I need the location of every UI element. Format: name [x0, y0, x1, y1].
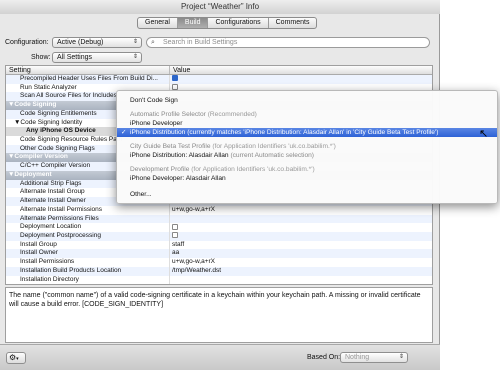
- table-row[interactable]: Precompiled Header Uses Files From Build…: [6, 75, 432, 84]
- tab-comments[interactable]: Comments: [269, 18, 317, 28]
- menu-item-label: iPhone Distribution: [130, 129, 186, 136]
- setting-name: Alternate Install Permissions: [6, 205, 170, 215]
- menu-item-label: City Guide Beta Test Profile: [130, 143, 211, 150]
- select-arrows-icon: ⇕: [132, 54, 138, 60]
- window-title: Project “Weather” Info: [0, 0, 440, 14]
- menu-item-detail: (Recommended): [205, 111, 257, 118]
- bottom-bar: ⚙▾ Based On: Nothing ⇕: [0, 344, 440, 370]
- checkbox[interactable]: [172, 223, 178, 230]
- menu-item[interactable]: iPhone Distribution: Alasdair Allan (cur…: [117, 151, 497, 160]
- gear-icon[interactable]: ⚙▾: [6, 352, 26, 364]
- setting-name: Install Owner: [6, 249, 170, 259]
- table-row[interactable]: Alternate Install Permissions u+w,go-w,a+…: [6, 205, 432, 215]
- menu-item[interactable]: Don't Code Sign: [117, 96, 497, 105]
- setting-name: Installation Build Products Location: [6, 266, 170, 276]
- setting-name: Alternate Permissions Files: [6, 214, 170, 224]
- menu-section-header: City Guide Beta Test Profile (for Applic…: [117, 142, 497, 151]
- based-on-select[interactable]: Nothing ⇕: [340, 352, 408, 363]
- menu-item[interactable]: iPhone Developer: [117, 119, 497, 128]
- configuration-label: Configuration:: [5, 39, 49, 46]
- setting-value[interactable]: [170, 215, 432, 224]
- setting-value[interactable]: aa: [170, 249, 432, 258]
- menu-item-label: Development Profile: [130, 166, 190, 173]
- table-row[interactable]: Install Owner aa: [6, 249, 432, 259]
- show-value: All Settings: [57, 54, 93, 61]
- menu-item-label: Other...: [130, 191, 152, 198]
- table-row[interactable]: Deployment Location: [6, 223, 432, 232]
- menu-item[interactable]: iPhone Developer: Alasdair Allan: [117, 174, 497, 183]
- menu-item[interactable]: ✓ iPhone Distribution (currently matches …: [117, 128, 497, 137]
- setting-value[interactable]: [170, 284, 432, 285]
- setting-description: The name ("common name") of a valid code…: [5, 287, 433, 343]
- column-header-value[interactable]: Value: [170, 66, 432, 74]
- setting-value[interactable]: [170, 276, 432, 284]
- configuration-select[interactable]: Active (Debug) ⇕: [52, 37, 142, 48]
- tab-configurations[interactable]: Configurations: [208, 18, 269, 28]
- setting-value[interactable]: /tmp/Weather.dst: [170, 267, 432, 276]
- table-header: Setting Value: [6, 66, 432, 75]
- menu-item-detail: (for Application Identifiers 'uk.co.babi…: [189, 166, 315, 173]
- show-label: Show:: [31, 54, 51, 61]
- setting-value[interactable]: u+w,go-w,a+rX: [170, 206, 432, 215]
- select-arrows-icon: ⇕: [398, 354, 404, 360]
- menu-item-label: iPhone Developer: Alasdair Allan: [130, 175, 226, 182]
- menu-item-detail: (current Automatic selection): [228, 152, 314, 159]
- mouse-pointer-icon: ↖: [479, 128, 489, 140]
- based-on-value: Nothing: [345, 354, 370, 361]
- table-row[interactable]: Install Permissions u+w,go-w,a+rX: [6, 258, 432, 267]
- search-field[interactable]: ⌕ Search in Build Settings: [146, 37, 430, 48]
- select-arrows-icon: ⇕: [132, 39, 138, 45]
- menu-item-label: iPhone Distribution: Alasdair Allan: [130, 152, 229, 159]
- table-row[interactable]: ...: [6, 284, 432, 285]
- based-on-label: Based On:: [307, 354, 341, 361]
- setting-value[interactable]: [170, 75, 432, 84]
- setting-name: Install Group: [6, 240, 170, 250]
- setting-value[interactable]: [170, 232, 432, 241]
- column-header-setting[interactable]: Setting: [6, 66, 170, 74]
- setting-name: Installation Directory: [6, 275, 170, 284]
- setting-name: Install Permissions: [6, 258, 170, 267]
- configuration-value: Active (Debug): [57, 39, 104, 46]
- setting-value[interactable]: staff: [170, 241, 432, 250]
- search-placeholder: Search in Build Settings: [163, 39, 238, 46]
- table-row[interactable]: Alternate Permissions Files: [6, 214, 432, 224]
- menu-item-label: iPhone Developer: [130, 120, 183, 127]
- menu-item-label: Don't Code Sign: [130, 97, 178, 104]
- checkbox[interactable]: [172, 232, 178, 239]
- setting-value[interactable]: [170, 223, 432, 232]
- menu-section-header: Development Profile (for Application Ide…: [117, 165, 497, 174]
- table-row[interactable]: Installation Directory: [6, 275, 432, 284]
- menu-item-label: Automatic Profile Selector: [130, 111, 206, 118]
- search-icon: ⌕: [151, 39, 155, 46]
- table-row[interactable]: Installation Build Products Location/tmp…: [6, 266, 432, 276]
- setting-name: Precompiled Header Uses Files From Build…: [6, 75, 170, 84]
- menu-section-header: Automatic Profile Selector (Recommended): [117, 110, 497, 119]
- menu-item[interactable]: Other...: [117, 190, 497, 199]
- code-sign-identity-menu: Don't Code Sign Automatic Profile Selecto…: [116, 90, 498, 204]
- menu-item-detail: (currently matches 'iPhone Distribution:…: [185, 129, 439, 136]
- tab-bar: General Build Configurations Comments: [137, 17, 318, 29]
- show-select[interactable]: All Settings ⇕: [52, 52, 142, 63]
- checkbox[interactable]: [172, 75, 178, 82]
- table-row[interactable]: Deployment Postprocessing: [6, 231, 432, 241]
- checkmark-icon: ✓: [121, 129, 127, 136]
- setting-value[interactable]: u+w,go-w,a+rX: [170, 258, 432, 267]
- setting-name: Deployment Location: [6, 223, 170, 232]
- tab-build[interactable]: Build: [177, 18, 209, 28]
- setting-name: ...: [6, 284, 170, 285]
- menu-item-detail: (for Application Identifiers 'uk.co.babi…: [210, 143, 336, 150]
- table-row[interactable]: Install Group staff: [6, 240, 432, 250]
- setting-name: Deployment Postprocessing: [6, 231, 170, 241]
- tab-general[interactable]: General: [138, 18, 178, 28]
